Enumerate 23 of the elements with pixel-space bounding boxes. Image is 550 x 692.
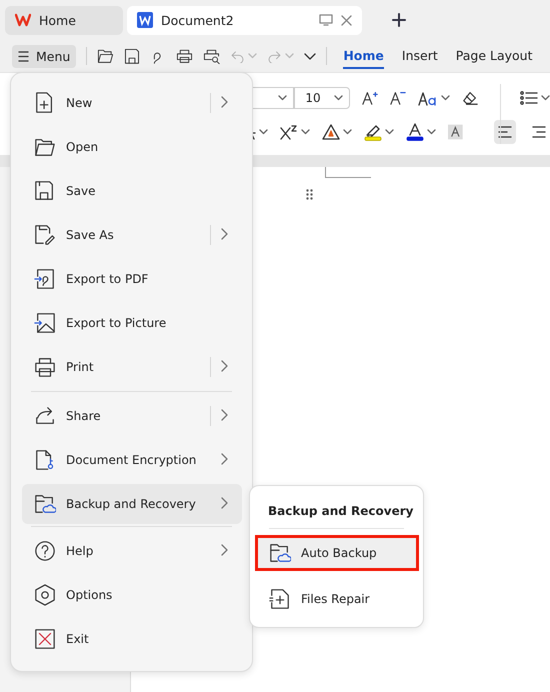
ribbon-tab[interactable]: Home xyxy=(343,44,384,68)
ribbon-tab[interactable]: Insert xyxy=(402,44,438,68)
menu-button[interactable]: Menu xyxy=(12,44,76,68)
menu-item[interactable]: Options xyxy=(22,573,242,617)
menu-item[interactable]: Export to Picture xyxy=(22,301,242,345)
menu-item[interactable]: Help xyxy=(22,529,242,573)
menu-item[interactable]: Print xyxy=(22,345,242,389)
menu-item[interactable]: Export to PDF xyxy=(22,257,242,301)
menu-item[interactable]: Document Encryption xyxy=(22,438,242,482)
submenu-item[interactable]: Auto Backup xyxy=(255,535,419,571)
menu-item[interactable]: Share xyxy=(22,394,242,438)
submenu-title: Backup and Recovery xyxy=(267,504,414,518)
menu-item[interactable]: Backup and Recovery xyxy=(22,484,242,524)
menu-item[interactable]: Open xyxy=(22,125,242,169)
document-tab[interactable]: Document2 xyxy=(127,6,362,34)
menu-item[interactable]: New xyxy=(22,81,242,125)
document-tab[interactable]: Home xyxy=(5,6,123,34)
font-size-dropdown[interactable]: 10 xyxy=(294,87,350,109)
menu-item[interactable]: Save xyxy=(22,169,242,213)
menu-item[interactable]: Exit xyxy=(22,617,242,661)
submenu-item[interactable]: Files Repair xyxy=(255,581,419,617)
menu-item[interactable]: Save As xyxy=(22,213,242,257)
ribbon-tab[interactable]: Page Layout xyxy=(456,44,532,68)
